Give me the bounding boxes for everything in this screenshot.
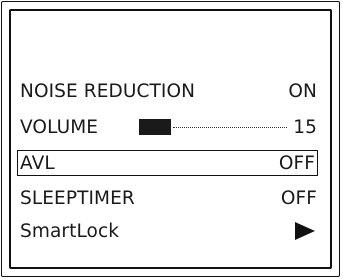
sleeptimer-value: OFF [280,187,317,209]
volume-label: VOLUME [20,116,99,138]
avl-value: OFF [278,152,315,174]
volume-level-track [173,127,288,128]
menu-item-sleeptimer[interactable]: SLEEPTIMER OFF [20,185,317,211]
play-arrow-icon [295,222,315,240]
menu-item-avl[interactable]: AVL OFF [17,150,318,176]
volume-level-fill [139,119,172,135]
smartlock-label: SmartLock [20,220,120,242]
menu-item-smartlock[interactable]: SmartLock [20,218,317,244]
volume-value: 15 [293,116,317,138]
avl-label: AVL [20,152,55,174]
menu-item-volume[interactable]: VOLUME 15 [20,114,317,140]
noise-reduction-value: ON [288,80,317,102]
menu-item-noise-reduction[interactable]: NOISE REDUCTION ON [20,78,317,104]
noise-reduction-label: NOISE REDUCTION [20,80,196,102]
volume-level-bar[interactable] [139,119,288,135]
sleeptimer-label: SLEEPTIMER [20,187,135,209]
